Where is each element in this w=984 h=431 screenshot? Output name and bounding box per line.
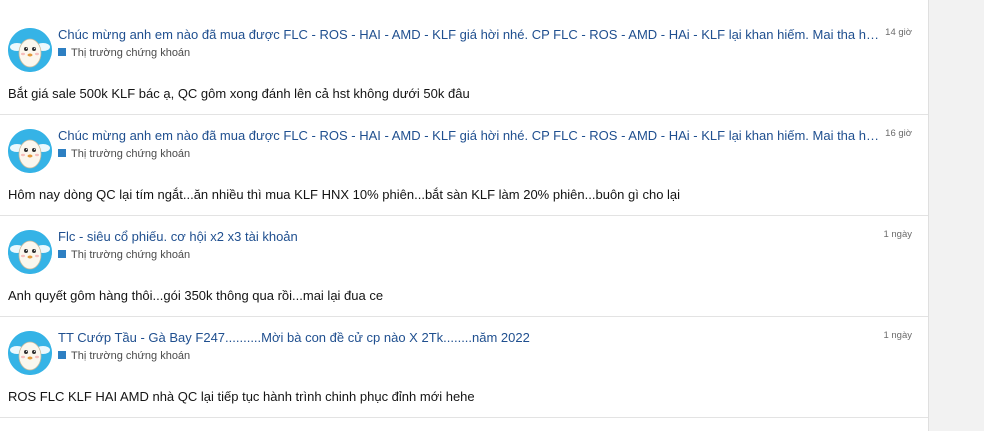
feed-item: Chúc mừng anh em nào đã mua được FLC - R… xyxy=(0,115,928,216)
feed-item: Flc - siêu cổ phiếu. cơ hội x2 x3 tài kh… xyxy=(0,216,928,317)
post-content: Bắt giá sale 500k KLF bác ạ, QC gôm xong… xyxy=(8,86,470,101)
egg-avatar-icon xyxy=(8,28,52,72)
category-square-icon xyxy=(58,351,66,359)
post-time: 14 giờ xyxy=(885,27,912,38)
thread-title-link[interactable]: Chúc mừng anh em nào đã mua được FLC - R… xyxy=(58,26,880,43)
category-link[interactable]: Thị trường chứng khoán xyxy=(58,147,190,161)
right-gutter xyxy=(929,0,984,431)
category-square-icon xyxy=(58,250,66,258)
category-square-icon xyxy=(58,48,66,56)
feed-item: TT Cướp Tầu - Gà Bay F247..........Mời b… xyxy=(0,317,928,418)
category-link[interactable]: Thị trường chứng khoán xyxy=(58,349,190,363)
avatar[interactable] xyxy=(8,331,52,375)
post-time: 16 giờ xyxy=(885,128,912,139)
category-label: Thị trường chứng khoán xyxy=(71,249,191,261)
thread-title-link[interactable]: Chúc mừng anh em nào đã mua được FLC - R… xyxy=(58,127,880,144)
feed-item: Chúc mừng anh em nào đã mua được FLC - R… xyxy=(0,14,928,115)
egg-avatar-icon xyxy=(8,129,52,173)
avatar[interactable] xyxy=(8,129,52,173)
thread-title-link[interactable]: Flc - siêu cổ phiếu. cơ hội x2 x3 tài kh… xyxy=(58,228,880,245)
thread-title-link[interactable]: TT Cướp Tầu - Gà Bay F247..........Mời b… xyxy=(58,329,880,346)
category-label: Thị trường chứng khoán xyxy=(71,350,191,362)
category-link[interactable]: Thị trường chứng khoán xyxy=(58,248,190,262)
egg-avatar-icon xyxy=(8,331,52,375)
activity-feed: Chúc mừng anh em nào đã mua được FLC - R… xyxy=(0,0,929,431)
category-label: Thị trường chứng khoán xyxy=(71,148,191,160)
avatar[interactable] xyxy=(8,230,52,274)
avatar[interactable] xyxy=(8,28,52,72)
post-time: 1 ngày xyxy=(883,330,912,341)
post-time: 1 ngày xyxy=(883,229,912,240)
category-square-icon xyxy=(58,149,66,157)
post-content: Anh quyết gôm hàng thôi...gói 350k thông… xyxy=(8,288,384,303)
post-content: ROS FLC KLF HAI AMD nhà QC lại tiếp tục … xyxy=(8,389,475,404)
post-content: Hôm nay dòng QC lại tím ngắt...ăn nhiều … xyxy=(8,187,681,202)
category-label: Thị trường chứng khoán xyxy=(71,47,191,59)
egg-avatar-icon xyxy=(8,230,52,274)
category-link[interactable]: Thị trường chứng khoán xyxy=(58,46,190,60)
